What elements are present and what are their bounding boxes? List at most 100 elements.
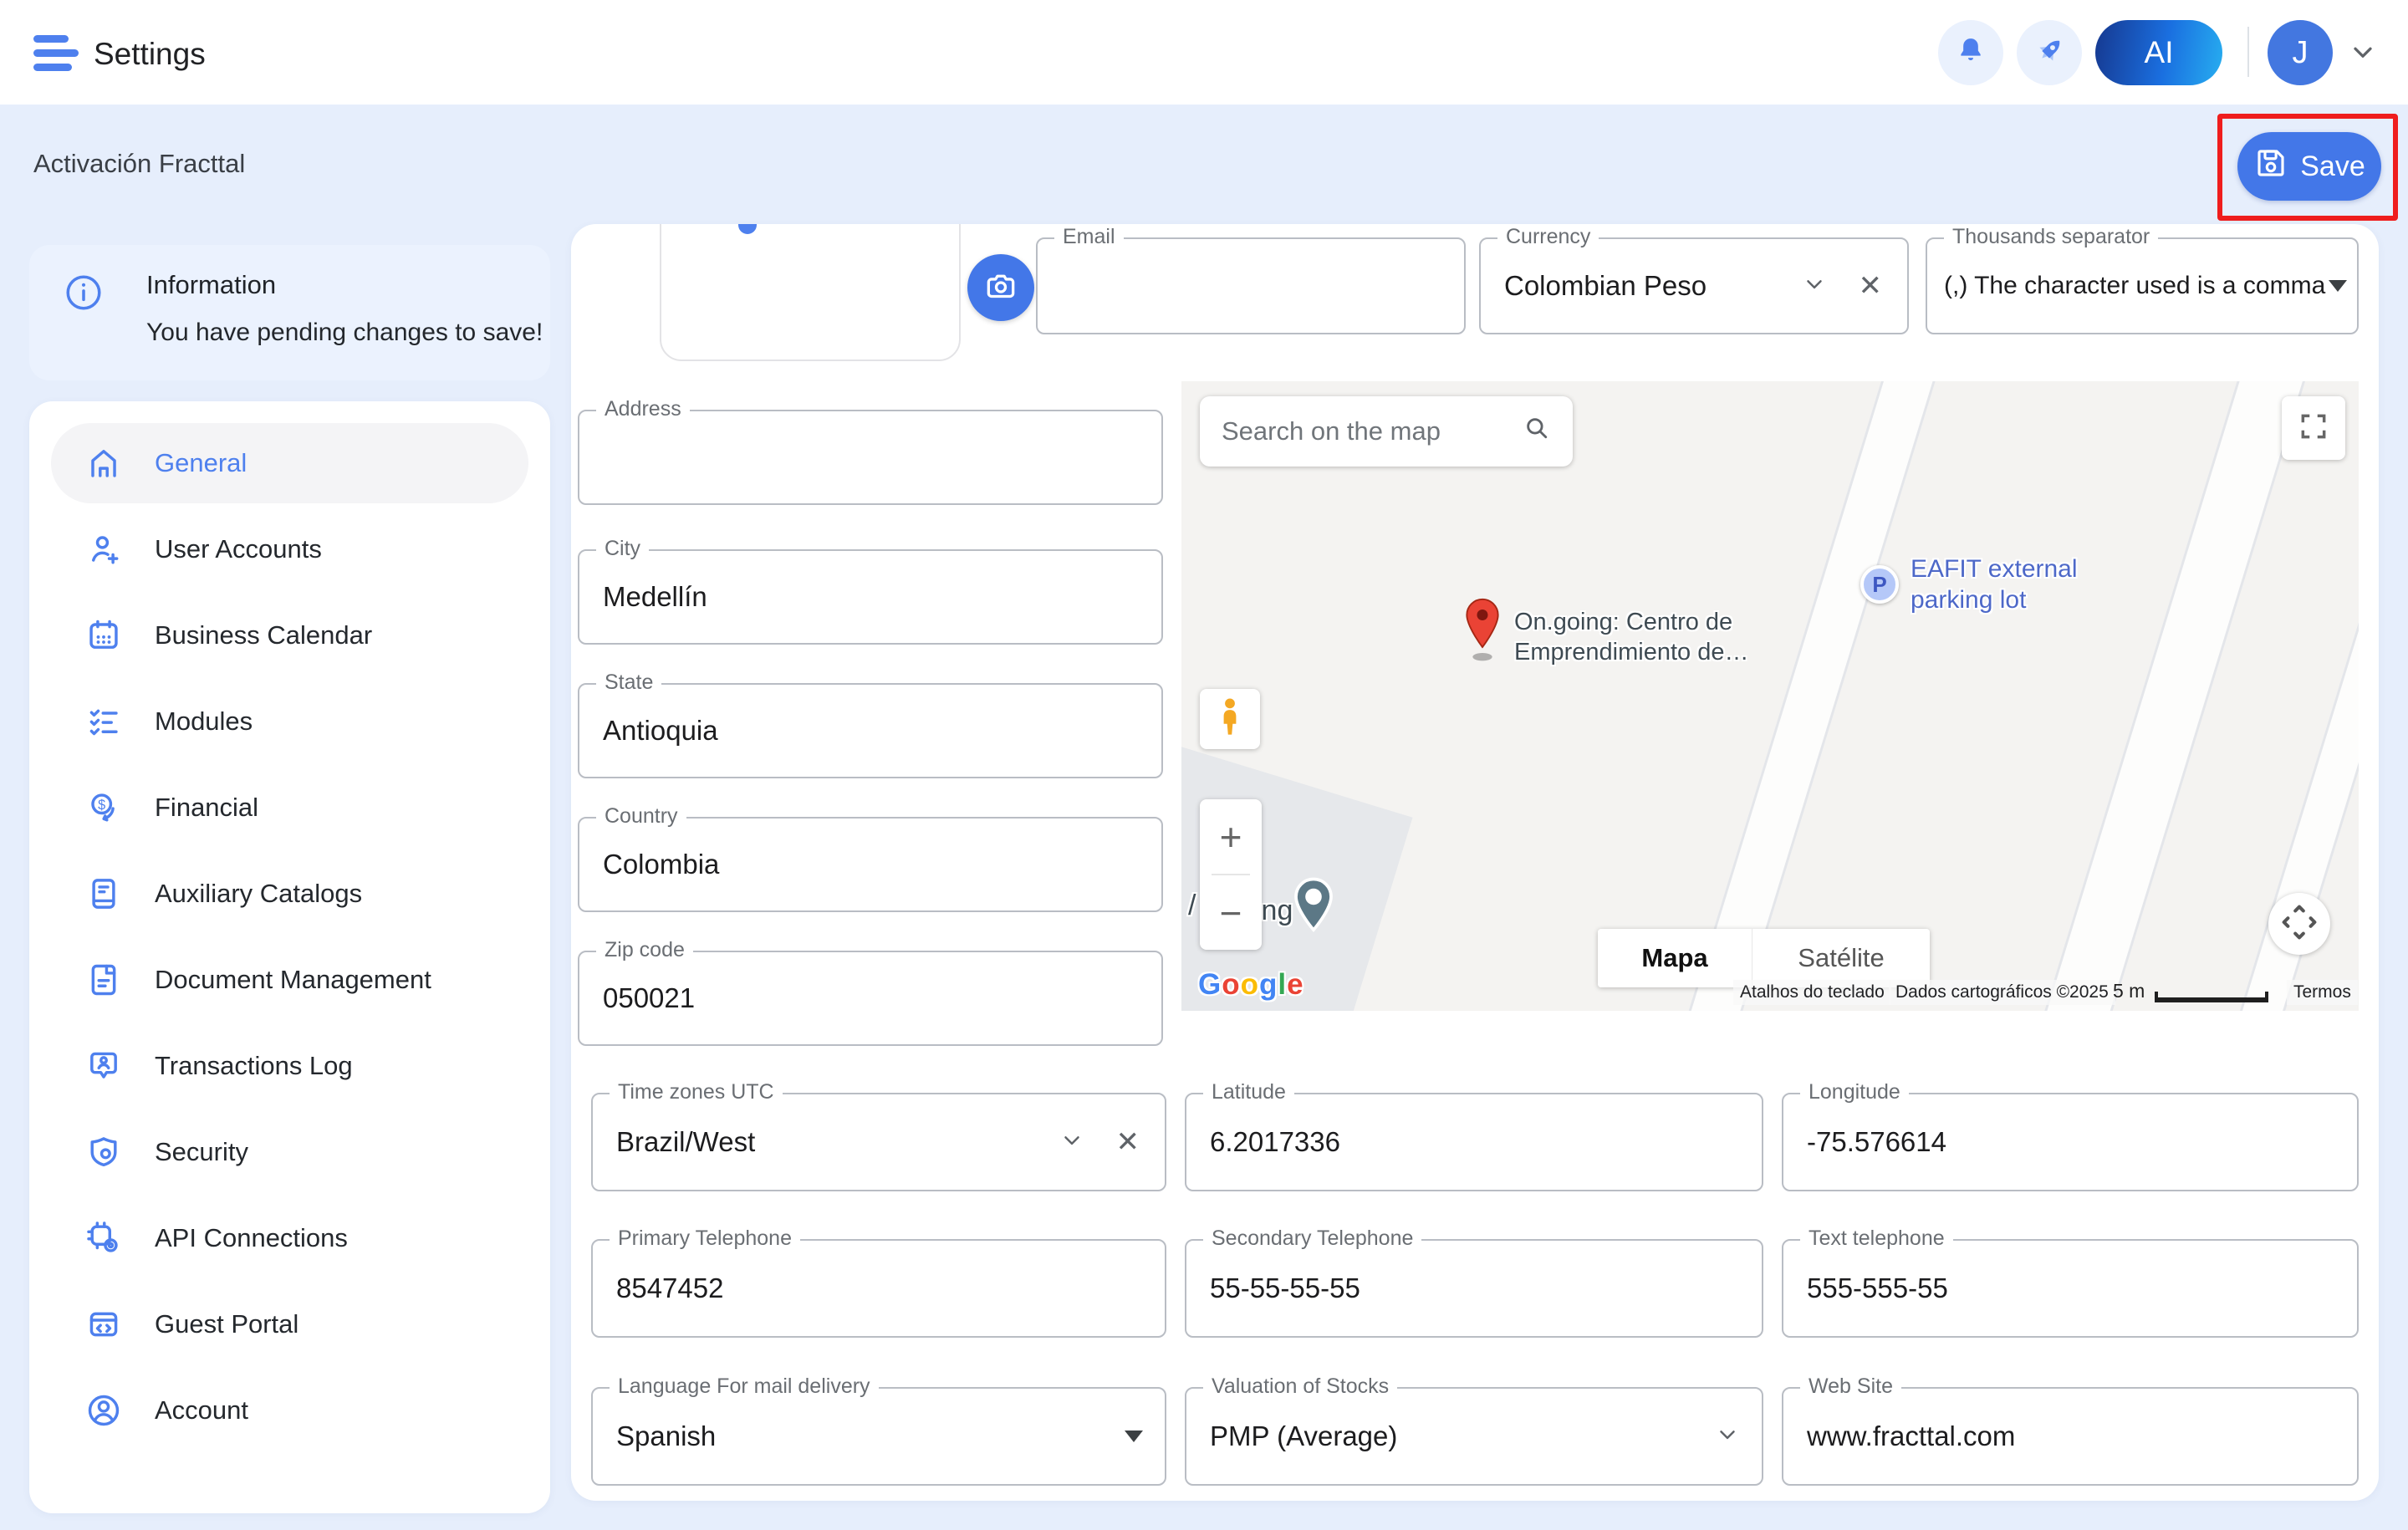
parking-poi-label: EAFIT external parking lot bbox=[1911, 553, 2078, 615]
settings-sidebar: General User Accounts Business Calendar … bbox=[29, 401, 550, 1513]
field-label: Web Site bbox=[1800, 1374, 1901, 1399]
sidebar-item-document-management[interactable]: Document Management bbox=[51, 940, 528, 1020]
fullscreen-icon bbox=[2298, 411, 2329, 446]
address-field[interactable]: Address bbox=[578, 410, 1163, 505]
sidebar-item-label: Guest Portal bbox=[155, 1309, 298, 1339]
terms-link[interactable]: Termos bbox=[2287, 980, 2358, 1005]
field-label: Time zones UTC bbox=[610, 1079, 783, 1104]
email-field[interactable]: Email bbox=[1036, 237, 1466, 334]
map-road bbox=[1653, 381, 1972, 1011]
pan-control[interactable] bbox=[2268, 893, 2330, 955]
field-label: Primary Telephone bbox=[610, 1226, 800, 1251]
fullscreen-button[interactable] bbox=[2282, 396, 2345, 460]
avatar[interactable]: J bbox=[2268, 20, 2333, 85]
sidebar-item-user-accounts[interactable]: User Accounts bbox=[51, 509, 528, 589]
sidebar-item-business-calendar[interactable]: Business Calendar bbox=[51, 595, 528, 676]
pegman-control[interactable] bbox=[1200, 689, 1260, 749]
sidebar-item-label: Transactions Log bbox=[155, 1051, 353, 1081]
map-type-satellite-button[interactable]: Satélite bbox=[1752, 929, 1930, 987]
field-label: Longitude bbox=[1800, 1079, 1909, 1104]
text-telephone-field[interactable]: Text telephone 555-555-55 bbox=[1782, 1239, 2359, 1338]
latitude-field[interactable]: Latitude 6.2017336 bbox=[1185, 1093, 1763, 1191]
whats-new-button[interactable] bbox=[2017, 20, 2082, 85]
field-value: Brazil/West bbox=[616, 1126, 755, 1158]
search-icon[interactable] bbox=[1523, 414, 1551, 449]
sidebar-item-auxiliary-catalogs[interactable]: Auxiliary Catalogs bbox=[51, 854, 528, 934]
notifications-button[interactable] bbox=[1938, 20, 2003, 85]
sidebar-item-label: User Accounts bbox=[155, 534, 322, 564]
pan-arrows-icon bbox=[2279, 902, 2319, 946]
chevron-down-icon[interactable] bbox=[1059, 1128, 1084, 1157]
timezone-field[interactable]: Time zones UTC Brazil/West ✕ bbox=[591, 1093, 1166, 1191]
primary-telephone-field[interactable]: Primary Telephone 8547452 bbox=[591, 1239, 1166, 1338]
city-field[interactable]: City Medellín bbox=[578, 549, 1163, 645]
zoom-in-button[interactable]: + bbox=[1200, 799, 1262, 874]
catalog-icon bbox=[84, 875, 123, 913]
zip-code-field[interactable]: Zip code 050021 bbox=[578, 951, 1163, 1046]
map-scale: 5 m bbox=[2113, 980, 2268, 1002]
dropdown-arrow-icon[interactable] bbox=[1125, 1431, 1143, 1442]
map-search-input[interactable]: Search on the map bbox=[1200, 396, 1573, 467]
sidebar-item-security[interactable]: Security bbox=[51, 1112, 528, 1192]
secondary-pin-icon[interactable] bbox=[1290, 876, 1337, 939]
field-label: State bbox=[596, 670, 661, 695]
sidebar-item-label: Auxiliary Catalogs bbox=[155, 879, 362, 909]
sidebar-item-general[interactable]: General bbox=[51, 423, 528, 503]
field-value: Colombia bbox=[603, 849, 719, 880]
state-field[interactable]: State Antioquia bbox=[578, 683, 1163, 778]
location-map[interactable]: / ing On.going: Centro de Emprendimiento… bbox=[1181, 381, 2359, 1011]
sidebar-item-financial[interactable]: $ Financial bbox=[51, 768, 528, 848]
company-logo-upload[interactable] bbox=[660, 224, 961, 361]
pegman-icon bbox=[1213, 697, 1247, 742]
field-label: Thousands separator bbox=[1944, 224, 2158, 249]
thousands-separator-field[interactable]: Thousands separator (,) The character us… bbox=[1926, 237, 2359, 334]
map-label-fragment: / bbox=[1188, 890, 1196, 922]
chevron-down-icon[interactable] bbox=[1715, 1422, 1740, 1451]
sidebar-item-transactions-log[interactable]: Transactions Log bbox=[51, 1026, 528, 1106]
page-title: Settings bbox=[94, 37, 206, 72]
currency-field[interactable]: Currency Colombian Peso ✕ bbox=[1479, 237, 1909, 334]
zoom-out-button[interactable]: − bbox=[1200, 875, 1262, 950]
account-menu-chevron-icon[interactable] bbox=[2348, 37, 2378, 71]
camera-button[interactable] bbox=[967, 254, 1034, 321]
svg-text:$: $ bbox=[98, 798, 105, 813]
sidebar-item-label: Modules bbox=[155, 706, 253, 737]
dropdown-arrow-icon[interactable] bbox=[2329, 280, 2347, 292]
account-icon bbox=[84, 1391, 123, 1430]
avatar-initial: J bbox=[2293, 35, 2309, 71]
field-label: Email bbox=[1054, 224, 1124, 249]
sidebar-item-account[interactable]: Account bbox=[51, 1370, 528, 1451]
google-logo[interactable]: Google bbox=[1198, 968, 1304, 1002]
rocket-icon bbox=[2032, 33, 2067, 73]
country-field[interactable]: Country Colombia bbox=[578, 817, 1163, 912]
keyboard-shortcuts-link[interactable]: Atalhos do teclado bbox=[1733, 980, 1891, 1005]
field-value: Colombian Peso bbox=[1504, 270, 1707, 302]
map-type-map-button[interactable]: Mapa bbox=[1598, 929, 1752, 987]
stock-valuation-field[interactable]: Valuation of Stocks PMP (Average) bbox=[1185, 1387, 1763, 1486]
field-label: City bbox=[596, 536, 649, 561]
mail-language-field[interactable]: Language For mail delivery Spanish bbox=[591, 1387, 1166, 1486]
sidebar-item-guest-portal[interactable]: Guest Portal bbox=[51, 1284, 528, 1364]
menu-icon[interactable] bbox=[33, 35, 80, 72]
pending-changes-banner: Information You have pending changes to … bbox=[29, 245, 550, 380]
field-value: PMP (Average) bbox=[1210, 1420, 1397, 1452]
info-message: You have pending changes to save! bbox=[146, 319, 543, 347]
location-marker-icon[interactable] bbox=[1459, 595, 1506, 668]
chevron-down-icon[interactable] bbox=[1802, 272, 1827, 301]
field-label: Country bbox=[596, 803, 686, 829]
website-field[interactable]: Web Site www.fracttal.com bbox=[1782, 1387, 2359, 1486]
sidebar-item-label: API Connections bbox=[155, 1223, 348, 1253]
map-data-attribution: Dados cartográficos ©2025 bbox=[1889, 980, 2115, 1005]
sidebar-item-modules[interactable]: Modules bbox=[51, 681, 528, 762]
field-label: Address bbox=[596, 396, 690, 421]
clear-icon[interactable]: ✕ bbox=[1116, 1125, 1140, 1159]
ai-assistant-button[interactable]: AI bbox=[2095, 20, 2222, 85]
sidebar-item-api-connections[interactable]: API Connections bbox=[51, 1198, 528, 1278]
secondary-telephone-field[interactable]: Secondary Telephone 55-55-55-55 bbox=[1185, 1239, 1763, 1338]
sidebar-item-label: Financial bbox=[155, 793, 258, 823]
user-add-icon bbox=[84, 530, 123, 569]
field-label: Currency bbox=[1497, 224, 1599, 249]
parking-poi-icon[interactable]: P bbox=[1860, 565, 1899, 604]
longitude-field[interactable]: Longitude -75.576614 bbox=[1782, 1093, 2359, 1191]
clear-icon[interactable]: ✕ bbox=[1859, 269, 1883, 303]
